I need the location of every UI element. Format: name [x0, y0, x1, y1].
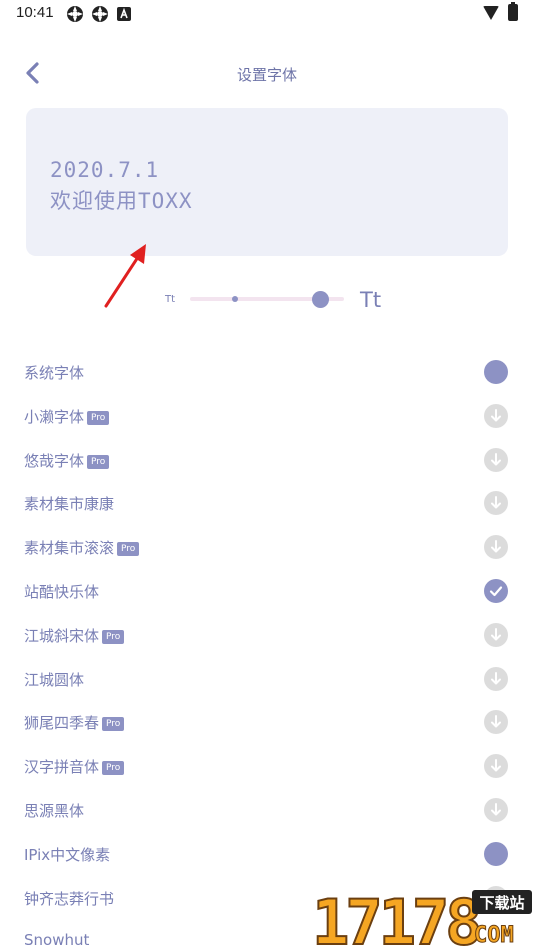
font-name-label: 江城圆体 [24, 669, 84, 690]
download-icon[interactable] [484, 491, 508, 516]
font-name-label: 素材集市康康 [24, 493, 114, 514]
font-name-label: 素材集市滚滚 Pro [24, 537, 140, 558]
status-bar: 10:41 [0, 0, 534, 28]
watermark-domain: COM [474, 923, 514, 948]
font-name-text: 素材集市康康 [24, 495, 115, 514]
pro-badge: Pro [87, 410, 110, 425]
font-name-text: 江城斜宋体 [24, 626, 100, 645]
status-time: 10:41 [16, 4, 54, 21]
font-name-text: 钟齐志莽行书 [24, 889, 115, 908]
font-list-item[interactable]: 素材集市滚滚 Pro [0, 525, 534, 569]
app-notification-icon [67, 6, 83, 22]
font-name-label: 汉字拼音体 Pro [24, 756, 125, 777]
a-notification-icon [117, 7, 131, 21]
font-name-label: IPix中文像素 [24, 844, 110, 865]
pro-badge: Pro [117, 542, 140, 557]
font-name-label: 江城斜宋体 Pro [24, 625, 125, 646]
download-icon[interactable] [484, 666, 508, 691]
font-list-item[interactable]: 系统字体 [0, 350, 534, 394]
page-title: 设置字体 [236, 66, 297, 84]
font-size-slider-tick [232, 296, 238, 302]
font-list-item[interactable]: 站酷快乐体 [0, 569, 534, 613]
battery-icon [508, 2, 518, 21]
font-size-slider-thumb[interactable] [312, 291, 329, 308]
font-size-small-label: Tt [165, 294, 176, 305]
download-icon[interactable] [484, 403, 508, 428]
font-name-text: 站酷快乐体 [24, 583, 100, 601]
font-name-text: Snowhut [24, 931, 90, 950]
font-name-text: 素材集市滚滚 [24, 539, 115, 558]
pro-badge: Pro [87, 454, 110, 469]
font-list-item[interactable]: 江城圆体 [0, 657, 534, 701]
download-icon[interactable] [484, 754, 508, 779]
font-list-item[interactable]: 江城斜宋体 Pro [0, 613, 534, 657]
preview-date-text: 2020.7.1 [50, 158, 160, 182]
font-list-item[interactable]: 小濑字体 Pro [0, 394, 534, 438]
watermark-badge: 下载站 [479, 894, 524, 912]
font-name-text: IPix中文像素 [24, 845, 111, 864]
app-notification-icon [92, 6, 108, 22]
download-icon[interactable] [484, 535, 508, 560]
annotation-arrow-icon [104, 244, 146, 308]
font-selected-dot-icon[interactable] [484, 360, 508, 384]
download-icon[interactable] [484, 798, 508, 822]
font-name-label: 站酷快乐体 [24, 581, 99, 602]
font-preview-card: 2020.7.1 欢迎使用TOXX [26, 108, 508, 256]
font-size-large-label: Tt [360, 288, 382, 312]
download-icon[interactable] [484, 710, 508, 735]
download-icon[interactable] [484, 447, 508, 472]
watermark-digits: 17178 [312, 886, 479, 950]
font-name-text: 汉字拼音体 [24, 758, 100, 777]
font-name-label: 小濑字体 Pro [24, 406, 110, 427]
font-name-label: 狮尾四季春 Pro [24, 712, 125, 733]
preview-welcome-text: 欢迎使用TOXX [50, 189, 193, 213]
font-name-label: 系统字体 [24, 362, 84, 383]
font-name-label: 悠哉字体 Pro [24, 450, 110, 471]
wifi-icon [483, 6, 499, 20]
font-list-item[interactable]: IPix中文像素 [0, 832, 534, 876]
font-name-text: 思源黑体 [24, 802, 85, 820]
font-list-item[interactable]: 思源黑体 [0, 788, 534, 832]
font-name-text: 狮尾四季春 [24, 714, 100, 733]
font-list-item[interactable]: 汉字拼音体 Pro [0, 744, 534, 788]
font-name-label: 思源黑体 [24, 800, 84, 821]
font-name-label: 钟齐志莽行书 [24, 888, 114, 909]
font-selected-dot-icon[interactable] [484, 841, 508, 866]
font-name-text: 江城圆体 [24, 670, 85, 689]
font-list-item[interactable]: 悠哉字体 Pro [0, 438, 534, 482]
pro-badge: Pro [102, 629, 125, 644]
font-name-text: 系统字体 [24, 364, 85, 382]
font-name-label: Snowhut [24, 931, 89, 949]
font-name-text: 小濑字体 [24, 407, 85, 426]
pro-badge: Pro [102, 761, 125, 776]
font-list-item[interactable]: 素材集市康康 [0, 481, 534, 525]
watermark-logo: 17178 下载站 COM [312, 886, 532, 950]
font-list-item[interactable]: 狮尾四季春 Pro [0, 700, 534, 744]
pro-badge: Pro [102, 717, 125, 732]
font-name-text: 悠哉字体 [24, 451, 85, 470]
download-icon[interactable] [484, 622, 508, 647]
checkmark-icon[interactable] [484, 579, 508, 603]
